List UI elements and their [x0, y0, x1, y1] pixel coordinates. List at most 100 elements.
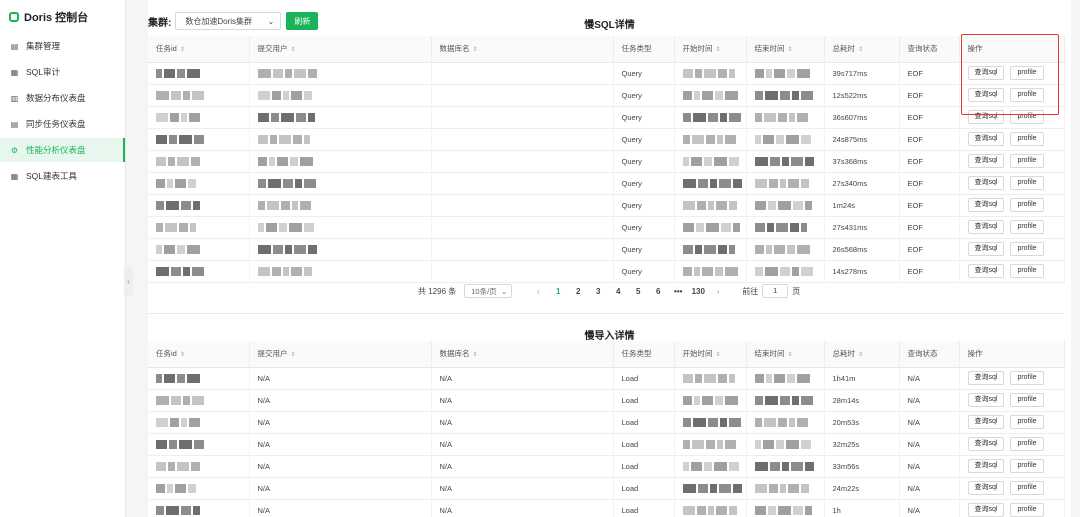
page-button[interactable]: 1: [548, 287, 568, 296]
profile-button[interactable]: profile: [1010, 264, 1044, 278]
table-cell: N/A: [249, 455, 432, 478]
redacted-value: [754, 200, 814, 210]
table-cell: Load: [613, 433, 675, 456]
sidebar-item[interactable]: ⚙ 性能分析仪表盘: [0, 138, 125, 162]
table-cell: [249, 172, 432, 195]
redacted-value: [257, 266, 314, 276]
column-header[interactable]: 数据库名 ⇕: [431, 341, 614, 368]
page-button[interactable]: 4: [608, 287, 628, 296]
query-sql-button[interactable]: 查询sql: [967, 459, 1005, 473]
redacted-value: [754, 68, 812, 78]
column-header[interactable]: 提交用户 ⇕: [249, 36, 432, 63]
page-button[interactable]: 5: [628, 287, 648, 296]
query-sql-button[interactable]: 查询sql: [967, 198, 1005, 212]
query-sql-button[interactable]: 查询sql: [967, 393, 1005, 407]
sidebar-collapse-handle[interactable]: ‹: [124, 266, 133, 296]
sort-icon[interactable]: ⇕: [291, 352, 296, 358]
sort-icon[interactable]: ⇕: [473, 352, 478, 358]
profile-button[interactable]: profile: [1010, 503, 1044, 517]
column-header[interactable]: 任务id ⇕: [148, 341, 250, 368]
goto-page-input[interactable]: 1: [762, 284, 789, 298]
column-header[interactable]: 结束时间 ⇕: [746, 36, 825, 63]
table-cell: 32m25s: [824, 433, 900, 456]
sort-icon[interactable]: ⇕: [180, 47, 185, 53]
redacted-value: [156, 112, 202, 122]
column-header[interactable]: 开始时间 ⇕: [674, 341, 747, 368]
sort-icon[interactable]: ⇕: [858, 47, 863, 53]
prev-page-button[interactable]: ‹: [528, 287, 548, 296]
table-cell: [431, 106, 614, 129]
page-button[interactable]: •••: [668, 287, 688, 296]
redacted-value: [754, 90, 815, 100]
table-cell: Query: [613, 172, 675, 195]
query-sql-button[interactable]: 查询sql: [967, 264, 1005, 278]
sidebar-item[interactable]: ▤ 同步任务仪表盘: [0, 112, 125, 136]
table-row: Query 27s340ms EOF 查询sql profile: [148, 172, 1065, 195]
query-sql-button[interactable]: 查询sql: [967, 242, 1005, 256]
profile-button[interactable]: profile: [1010, 220, 1044, 234]
sort-icon[interactable]: ⇕: [716, 352, 721, 358]
profile-button[interactable]: profile: [1010, 176, 1044, 190]
table-cell: [746, 499, 825, 517]
column-header[interactable]: 提交用户 ⇕: [249, 341, 432, 368]
query-sql-button[interactable]: 查询sql: [967, 481, 1005, 495]
table-cell: [431, 172, 614, 195]
query-sql-button[interactable]: 查询sql: [967, 132, 1005, 146]
query-sql-button[interactable]: 查询sql: [967, 176, 1005, 190]
table-cell: [746, 216, 825, 239]
sidebar-item[interactable]: ▤ 集群管理: [0, 34, 125, 58]
column-header[interactable]: 结束时间 ⇕: [746, 341, 825, 368]
redacted-value: [754, 266, 815, 276]
page-list: 1 2 3 4 5 6 ••• 130: [548, 287, 708, 296]
sidebar-item[interactable]: ▦ SQL建表工具: [0, 164, 125, 188]
sidebar-item[interactable]: ▦ SQL审计: [0, 60, 125, 84]
profile-button[interactable]: profile: [1010, 393, 1044, 407]
table-cell: 39s717ms: [824, 62, 900, 85]
sort-icon[interactable]: ⇕: [858, 352, 863, 358]
redacted-value: [754, 505, 814, 515]
sort-icon[interactable]: ⇕: [473, 47, 478, 53]
sort-icon[interactable]: ⇕: [291, 47, 296, 53]
sort-icon[interactable]: ⇕: [180, 352, 185, 358]
sort-icon[interactable]: ⇕: [788, 352, 793, 358]
query-sql-button[interactable]: 查询sql: [967, 371, 1005, 385]
profile-button[interactable]: profile: [1010, 242, 1044, 256]
column-header[interactable]: 开始时间 ⇕: [674, 36, 747, 63]
profile-button[interactable]: profile: [1010, 481, 1044, 495]
table-cell: [746, 433, 825, 456]
sort-icon[interactable]: ⇕: [788, 47, 793, 53]
table-cell: EOF: [899, 260, 960, 283]
table-cell: EOF: [899, 216, 960, 239]
table-cell: EOF: [899, 62, 960, 85]
profile-button[interactable]: profile: [1010, 415, 1044, 429]
profile-button[interactable]: profile: [1010, 437, 1044, 451]
profile-button[interactable]: profile: [1010, 459, 1044, 473]
page-button[interactable]: 130: [688, 287, 708, 296]
column-header[interactable]: 数据库名 ⇕: [431, 36, 614, 63]
column-header[interactable]: 总耗时 ⇕: [824, 36, 900, 63]
query-sql-button[interactable]: 查询sql: [967, 220, 1005, 234]
profile-button[interactable]: profile: [1010, 132, 1044, 146]
query-sql-button[interactable]: 查询sql: [967, 415, 1005, 429]
table-cell: [746, 367, 825, 390]
query-sql-button[interactable]: 查询sql: [967, 154, 1005, 168]
page-button[interactable]: 3: [588, 287, 608, 296]
profile-button[interactable]: profile: [1010, 198, 1044, 212]
column-header[interactable]: 任务id ⇕: [148, 36, 250, 63]
column-header: 操作: [959, 341, 1065, 368]
table-cell: EOF: [899, 128, 960, 151]
next-page-button[interactable]: ›: [708, 287, 728, 296]
query-sql-button[interactable]: 查询sql: [967, 437, 1005, 451]
sidebar-item[interactable]: ▥ 数据分布仪表盘: [0, 86, 125, 110]
table-cell: [148, 477, 250, 500]
page-button[interactable]: 6: [648, 287, 668, 296]
left-gutter: [126, 0, 148, 517]
profile-button[interactable]: profile: [1010, 154, 1044, 168]
page-button[interactable]: 2: [568, 287, 588, 296]
profile-button[interactable]: profile: [1010, 371, 1044, 385]
column-header[interactable]: 总耗时 ⇕: [824, 341, 900, 368]
query-sql-button[interactable]: 查询sql: [967, 503, 1005, 517]
sort-icon[interactable]: ⇕: [716, 47, 721, 53]
sidebar-item-label: 数据分布仪表盘: [26, 93, 86, 103]
page-size-select[interactable]: 10条/页 ⌄: [464, 284, 513, 298]
